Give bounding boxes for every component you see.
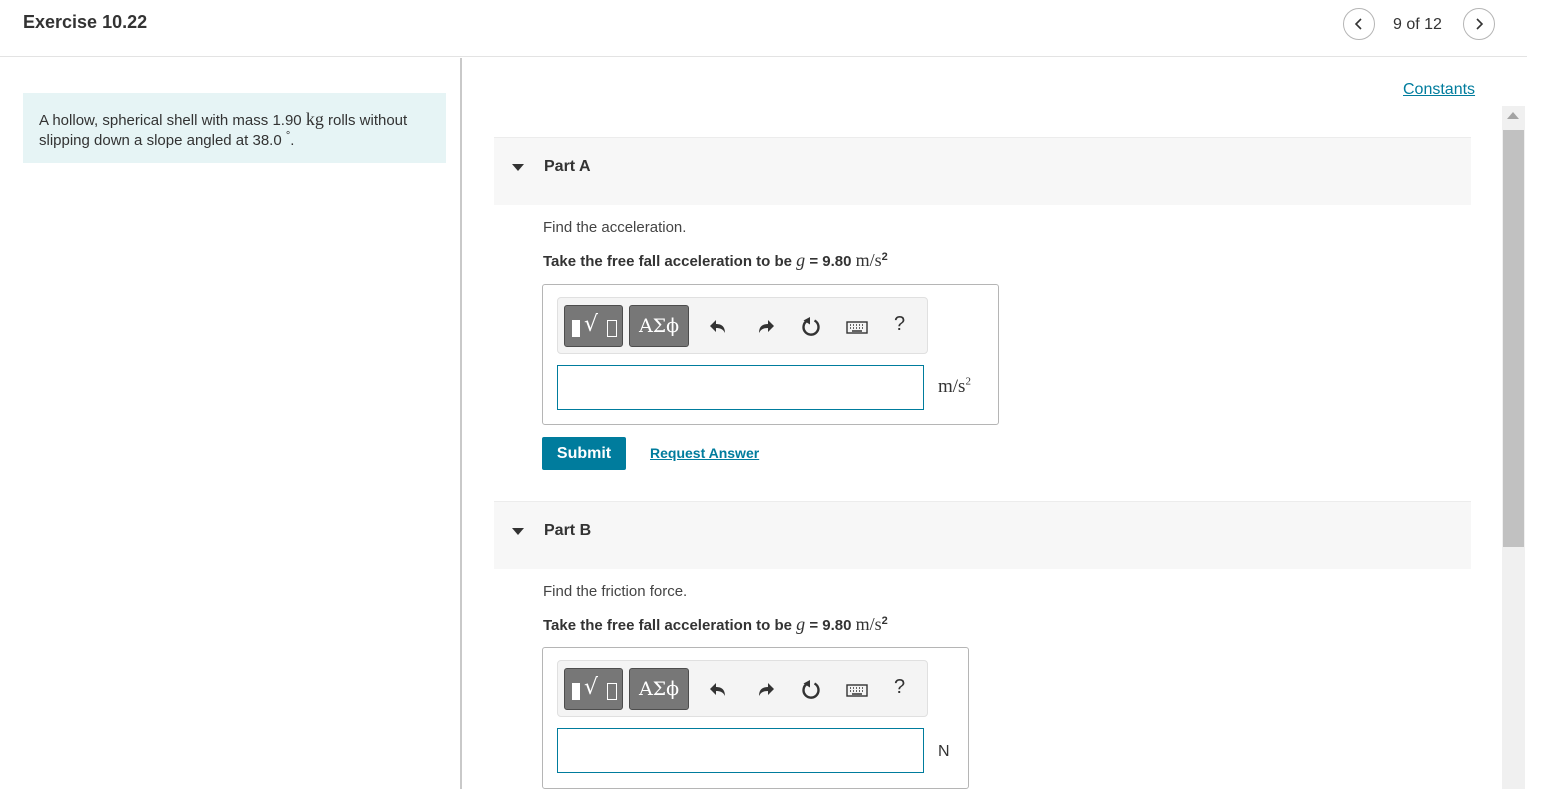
part-b-question: Find the friction force. (543, 583, 688, 600)
exercise-title: Exercise 10.22 (23, 12, 148, 32)
instruction-value: = 9.80 (805, 617, 856, 634)
instruction-unit: m/s (855, 250, 882, 270)
instruction-unit-exponent: 2 (881, 251, 888, 263)
problem-text-end: . (290, 132, 295, 149)
submit-button[interactable]: Submit (542, 437, 626, 470)
reset-button[interactable] (798, 677, 824, 703)
template-block-icon (572, 683, 580, 700)
templates-button[interactable]: √ (564, 668, 623, 710)
collapse-caret-icon[interactable] (512, 528, 524, 535)
chevron-right-icon (1476, 18, 1484, 30)
scroll-up-arrow[interactable] (1507, 112, 1519, 119)
redo-icon (759, 683, 774, 696)
mass-unit: kg (305, 109, 324, 129)
part-b-unit: N (938, 743, 950, 760)
math-toolbar: √ ΑΣϕ ? (557, 297, 928, 354)
part-a-unit-base: m/s (938, 376, 966, 397)
greek-symbols-button[interactable]: ΑΣϕ (629, 305, 689, 347)
instruction-unit: m/s (855, 614, 882, 634)
keyboard-button[interactable] (844, 677, 870, 703)
instruction-value: = 9.80 (805, 253, 856, 270)
keyboard-icon (846, 684, 868, 697)
previous-button[interactable] (1343, 8, 1375, 40)
redo-button[interactable] (752, 677, 778, 703)
keyboard-icon (846, 321, 868, 334)
part-a-title: Part A (544, 158, 591, 175)
part-a-unit: m/s2 (938, 376, 971, 398)
part-a-answer-box: √ ΑΣϕ ? m/s2 (542, 284, 999, 425)
radical-icon: √ (584, 312, 599, 337)
instruction-prefix: Take the free fall acceleration to be (543, 253, 797, 270)
collapse-caret-icon[interactable] (512, 164, 524, 171)
page-counter: 9 of 12 (1393, 16, 1442, 33)
templates-button[interactable]: √ (564, 305, 623, 347)
reset-button[interactable] (798, 314, 824, 340)
exercise-header: Exercise 10.22 9 of 12 (0, 0, 1527, 57)
part-b-title: Part B (544, 522, 592, 539)
greek-symbols-button[interactable]: ΑΣϕ (629, 668, 689, 710)
reset-icon (802, 680, 820, 699)
template-box-icon (607, 320, 617, 337)
part-a-header[interactable]: Part A (494, 137, 1471, 205)
problem-statement: A hollow, spherical shell with mass 1.90… (23, 93, 446, 163)
part-b-answer-input[interactable] (557, 728, 924, 773)
gravity-variable: g (796, 614, 806, 634)
part-a-instruction: Take the free fall acceleration to be g … (543, 250, 888, 271)
template-block-icon (572, 320, 580, 337)
keyboard-button[interactable] (844, 314, 870, 340)
instruction-unit-exponent: 2 (881, 615, 888, 627)
undo-icon (710, 683, 725, 696)
redo-button[interactable] (752, 314, 778, 340)
help-button[interactable]: ? (894, 313, 905, 336)
undo-button[interactable] (706, 314, 732, 340)
instruction-prefix: Take the free fall acceleration to be (543, 617, 797, 634)
math-toolbar: √ ΑΣϕ ? (557, 660, 928, 717)
scrollbar-thumb[interactable] (1503, 130, 1524, 547)
problem-column (0, 58, 462, 789)
constants-link[interactable]: Constants (1403, 81, 1475, 99)
part-a-answer-input[interactable] (557, 365, 924, 410)
part-b-instruction: Take the free fall acceleration to be g … (543, 614, 888, 635)
problem-text-start: A hollow, spherical shell with mass 1.90 (39, 112, 306, 129)
part-a-question: Find the acceleration. (543, 219, 687, 236)
part-b-header[interactable]: Part B (494, 501, 1471, 569)
next-button[interactable] (1463, 8, 1495, 40)
part-a-unit-exponent: 2 (965, 375, 971, 388)
part-b-answer-box: √ ΑΣϕ ? N (542, 647, 969, 789)
radical-icon: √ (584, 675, 599, 700)
request-answer-link[interactable]: Request Answer (650, 445, 759, 461)
reset-icon (802, 317, 820, 336)
chevron-left-icon (1354, 18, 1362, 30)
undo-icon (710, 320, 725, 333)
gravity-variable: g (796, 250, 806, 270)
help-button[interactable]: ? (894, 676, 905, 699)
undo-button[interactable] (706, 677, 732, 703)
redo-icon (759, 320, 774, 333)
template-box-icon (607, 683, 617, 700)
